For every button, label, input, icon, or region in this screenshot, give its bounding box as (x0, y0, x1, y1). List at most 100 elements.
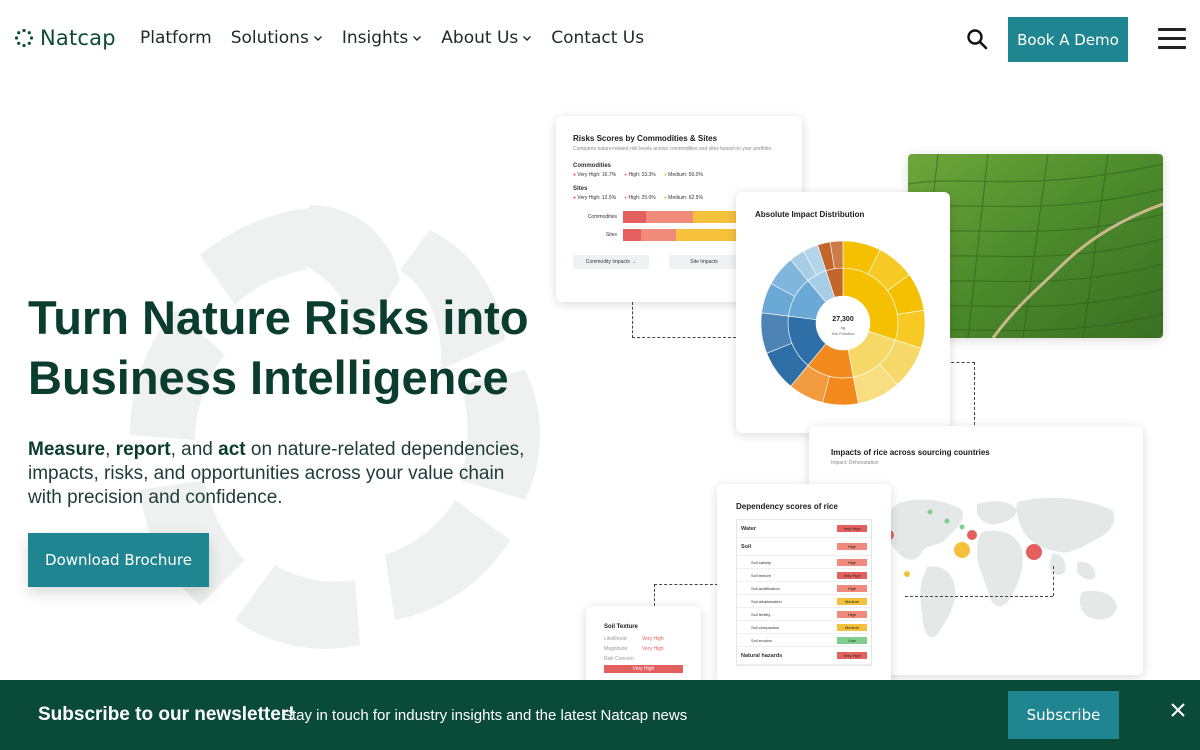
map-marker (954, 542, 970, 558)
dependency-row[interactable]: Soil compaction Medium (737, 621, 871, 634)
legend-item: ● Very High: 16.7% (573, 172, 617, 178)
bar-segment-very-high (623, 211, 647, 223)
dependency-row[interactable]: Soil texture Very High (737, 569, 871, 582)
newsletter-heading: Subscribe to our newsletter! (38, 704, 295, 725)
logo-text: Natcap (40, 26, 116, 50)
connector-line (654, 584, 655, 606)
nav-item-platform[interactable]: Platform (140, 28, 212, 48)
dependency-score-badge: Medium (837, 623, 867, 631)
dependency-label: Soil (741, 543, 752, 550)
map-marker (944, 518, 950, 524)
map-marker (927, 509, 933, 515)
dependency-label: Water (741, 525, 757, 532)
desc-measure: Measure (28, 439, 106, 460)
site-header: Natcap Platform Solutions Insights About… (0, 0, 1200, 78)
nav-item-insights[interactable]: Insights (342, 28, 422, 48)
dependency-row[interactable]: Soil acidification High (737, 582, 871, 595)
dependency-score-badge: Medium (837, 597, 867, 605)
dependency-row[interactable]: Soil alkalinisation Medium (737, 595, 871, 608)
dependency-score-badge: High (837, 584, 867, 592)
connector-line (1053, 566, 1054, 596)
hero-description: Measure, report, and act on nature-relat… (28, 438, 528, 510)
dependency-score-badge: High (837, 610, 867, 618)
card-title: Risks Scores by Commodities & Sites (573, 134, 718, 143)
map-marker (904, 571, 910, 577)
chevron-down-icon (313, 36, 322, 41)
nav-label: Contact Us (551, 28, 645, 48)
legend-item: ● High: 25.0% (624, 195, 656, 201)
dependency-score-badge: Very High (837, 571, 867, 579)
download-brochure-button[interactable]: Download Brochure (28, 533, 209, 587)
dependency-row[interactable]: Soil salinity High (737, 556, 871, 569)
connector-line (654, 584, 718, 585)
dependency-score-badge: Very High (837, 525, 867, 532)
center-value: 27,300 (832, 316, 854, 323)
nav-label: Insights (341, 28, 409, 48)
hero-title: Turn Nature Risks into Business Intellig… (28, 288, 548, 408)
risk-concern-label: Risk Concern (604, 656, 635, 662)
bar-segment-high (640, 229, 676, 241)
connector-line (905, 596, 1053, 597)
search-icon[interactable] (966, 28, 988, 50)
dependency-row[interactable]: Water Very High (737, 520, 871, 538)
tab-commodity-impacts[interactable]: Commodity Impacts → (573, 255, 649, 269)
commodities-legend: ● Very High: 16.7% ● High: 33.3% ● Mediu… (573, 172, 785, 178)
dependency-score-badge: High (837, 543, 867, 550)
map-marker (967, 530, 977, 540)
main-nav: Platform Solutions Insights About Us Con… (140, 28, 644, 48)
map-marker (959, 524, 965, 530)
nav-item-solutions[interactable]: Solutions (231, 28, 323, 48)
nav-label: Solutions (230, 28, 309, 48)
desc-report: report (115, 439, 171, 460)
dependency-label: Soil erosion (751, 637, 772, 643)
dependency-label: Soil salinity (751, 559, 772, 565)
book-demo-button[interactable]: Book A Demo (1008, 17, 1128, 62)
soil-texture-card: Soil Texture Likelihood Very High Magnit… (586, 606, 701, 690)
connector-line (974, 362, 975, 425)
card-subtitle: Compares nature-related risk levels acro… (573, 146, 773, 152)
dependency-score-badge: High (837, 558, 867, 566)
nav-item-about-us[interactable]: About Us (441, 28, 532, 48)
legend-item: ● Very High: 12.5% (573, 195, 617, 201)
magnitude-value: Very High (642, 646, 664, 652)
center-label: Soil Pollution (831, 331, 854, 336)
card-title: Absolute Impact Distribution (755, 210, 865, 219)
legend-item: ● Medium: 62.5% (663, 195, 703, 201)
dependency-row[interactable]: Soil High (737, 538, 871, 556)
desc-sep: , and (170, 439, 219, 460)
center-unit: kg (841, 325, 845, 330)
newsletter-bar: Subscribe to our newsletter! Stay in tou… (0, 680, 1200, 750)
dependency-label: Soil fertility (751, 611, 771, 617)
tab-site-impacts[interactable]: Site Impacts (669, 255, 739, 269)
dependency-row[interactable]: Soil erosion Low (737, 634, 871, 647)
newsletter-text: Stay in touch for industry insights and … (282, 707, 688, 724)
dependency-row[interactable]: Soil fertility High (737, 608, 871, 621)
card-title: Soil Texture (604, 624, 638, 630)
bar-segment-very-high (623, 229, 641, 241)
natcap-logo-icon (14, 28, 34, 48)
close-icon[interactable] (1170, 702, 1186, 718)
logo[interactable]: Natcap (14, 26, 116, 50)
hamburger-menu-icon[interactable] (1158, 28, 1186, 52)
dependency-label: Soil acidification (751, 585, 780, 591)
magnitude-label: Magnitude (604, 646, 628, 652)
risk-concern-value: Very High (604, 665, 683, 673)
dependency-score-badge: Low (837, 636, 867, 644)
dependency-label: Soil texture (751, 572, 772, 578)
connector-line (632, 302, 633, 338)
card-title: Dependency scores of rice (736, 502, 838, 511)
dependency-scores-card: Dependency scores of rice Water Very High… (717, 484, 891, 684)
connector-line (632, 337, 736, 338)
subscribe-button[interactable]: Subscribe (1008, 691, 1119, 739)
dependency-label: Soil compaction (751, 624, 780, 630)
bar-segment-high (646, 211, 693, 223)
likelihood-row: Likelihood Very High (604, 636, 683, 642)
chevron-down-icon (523, 36, 532, 41)
desc-sep: , (105, 439, 116, 460)
dependency-table: Water Very High Soil High Soil salinity High S… (736, 519, 872, 666)
nav-item-contact-us[interactable]: Contact Us (551, 28, 644, 48)
likelihood-label: Likelihood (604, 636, 627, 642)
likelihood-value: Very High (642, 636, 664, 642)
nav-label: Platform (140, 28, 212, 48)
dependency-row[interactable]: Natural hazards Very High (737, 647, 871, 665)
